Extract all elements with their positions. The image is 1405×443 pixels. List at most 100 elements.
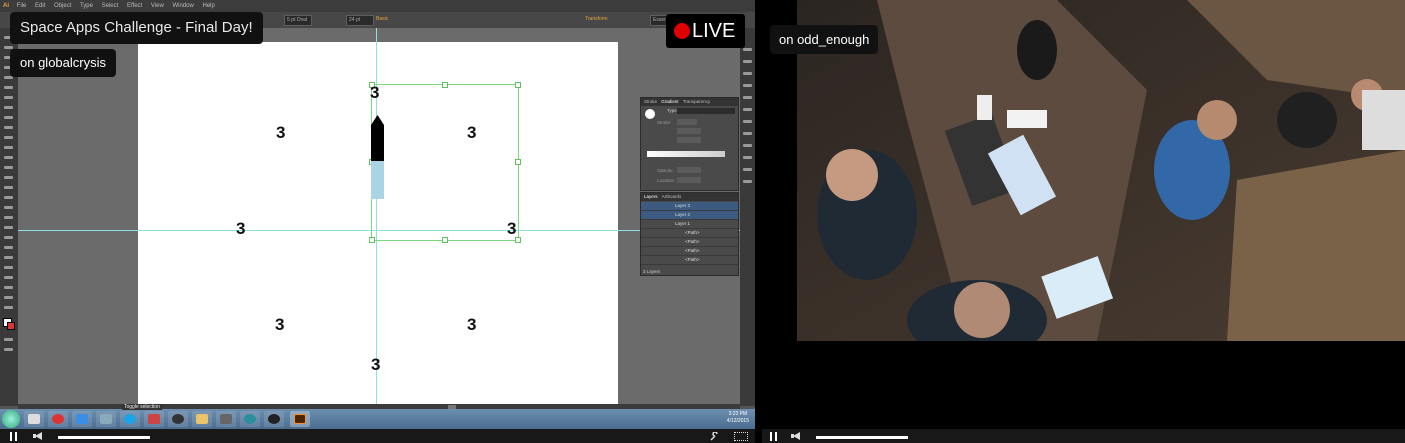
volume-icon[interactable] <box>793 432 800 440</box>
layer-row[interactable]: Layer 1 <box>641 220 738 229</box>
gradient-slider[interactable] <box>647 151 725 157</box>
gradient-opacity-field[interactable] <box>677 167 701 173</box>
taskbar-skype-icon[interactable] <box>120 411 140 427</box>
fullscreen-icon[interactable] <box>734 432 748 441</box>
taskbar-app-icon[interactable] <box>216 411 236 427</box>
style-link[interactable]: Basic <box>374 15 400 24</box>
taskbar-app-icon[interactable] <box>144 411 164 427</box>
settings-wrench-icon[interactable] <box>710 432 719 441</box>
document-canvas[interactable]: 3 3 3 3 3 3 3 3 <box>18 28 740 404</box>
selection-bounding-box[interactable] <box>369 82 521 243</box>
gradient-preview-icon[interactable] <box>645 109 655 119</box>
transform-link[interactable]: Transform <box>583 15 613 24</box>
taskbar-app-icon[interactable] <box>240 411 260 427</box>
layer-row[interactable]: <Path> <box>641 256 738 265</box>
menu-help[interactable]: Help <box>202 3 214 9</box>
gradient-type-select[interactable] <box>677 108 735 114</box>
artboard-tool-icon[interactable] <box>4 276 13 279</box>
taskbar-app-icon[interactable] <box>96 411 116 427</box>
menu-file[interactable]: File <box>17 3 27 9</box>
rectangle-tool-icon[interactable] <box>4 106 13 109</box>
panel-icon[interactable] <box>743 108 752 111</box>
zoom-tool-icon[interactable] <box>4 306 13 309</box>
rocket-shape[interactable] <box>370 115 385 199</box>
panel-icon[interactable] <box>743 132 752 135</box>
tab-stroke[interactable]: Stroke <box>644 99 657 104</box>
blend-tool-icon[interactable] <box>4 246 13 249</box>
layer-row[interactable]: <Path> <box>641 247 738 256</box>
gradient-stroke-buttons[interactable] <box>677 119 697 125</box>
width-tool-icon[interactable] <box>4 176 13 179</box>
taskbar-dropbox-icon[interactable] <box>72 411 92 427</box>
paintbrush-tool-icon[interactable] <box>4 116 13 119</box>
taskbar-clock[interactable]: 3:23 PM 4/12/2015 <box>727 411 749 425</box>
right-stream-video[interactable] <box>797 0 1405 341</box>
screen-mode-icon[interactable] <box>4 348 13 351</box>
panel-icon[interactable] <box>743 120 752 123</box>
menu-view[interactable]: View <box>151 3 164 9</box>
gradient-aspect-field[interactable] <box>677 137 701 143</box>
selection-handle[interactable] <box>442 82 448 88</box>
tab-transparency[interactable]: Transparency <box>683 99 710 104</box>
taskbar-unity-icon[interactable] <box>264 411 284 427</box>
line-tool-icon[interactable] <box>4 96 13 99</box>
taskbar-chrome-icon[interactable] <box>48 411 68 427</box>
pencil-tool-icon[interactable] <box>4 126 13 129</box>
stroke-color-swatch[interactable] <box>7 322 15 330</box>
free-transform-tool-icon[interactable] <box>4 186 13 189</box>
pause-icon[interactable] <box>775 432 777 441</box>
panel-icon[interactable] <box>743 180 752 183</box>
menu-edit[interactable]: Edit <box>35 3 45 9</box>
opacity-select[interactable]: 24 pt <box>346 15 374 26</box>
panel-icon[interactable] <box>743 60 752 63</box>
volume-slider-fill[interactable] <box>58 436 150 439</box>
taskbar-illustrator-icon[interactable] <box>290 411 310 427</box>
pause-icon[interactable] <box>10 432 12 441</box>
eyedropper-tool-icon[interactable] <box>4 236 13 239</box>
volume-slider-fill[interactable] <box>816 436 908 439</box>
taskbar-explorer-icon[interactable] <box>24 411 44 427</box>
panel-icon[interactable] <box>743 84 752 87</box>
layer-row[interactable]: <Path> <box>641 238 738 247</box>
slice-tool-icon[interactable] <box>4 286 13 289</box>
mesh-tool-icon[interactable] <box>4 216 13 219</box>
taskbar-app-icon[interactable] <box>168 411 188 427</box>
eraser-tool-icon[interactable] <box>4 146 13 149</box>
layer-row[interactable]: Layer 2 <box>641 211 738 220</box>
stroke-select[interactable]: 5 pt Oval <box>284 15 312 26</box>
selection-handle[interactable] <box>515 159 521 165</box>
pause-icon[interactable] <box>770 432 772 441</box>
gradient-tool-icon[interactable] <box>4 226 13 229</box>
shape-builder-tool-icon[interactable] <box>4 196 13 199</box>
left-stream-video[interactable]: Ai File Edit Object Type Select Effect V… <box>0 0 755 443</box>
blob-brush-tool-icon[interactable] <box>4 136 13 139</box>
rotate-tool-icon[interactable] <box>4 156 13 159</box>
panel-icon[interactable] <box>743 72 752 75</box>
gradient-location-field[interactable] <box>677 177 701 183</box>
gradient-angle-field[interactable] <box>677 128 701 134</box>
graph-tool-icon[interactable] <box>4 266 13 269</box>
perspective-grid-tool-icon[interactable] <box>4 206 13 209</box>
panel-icon[interactable] <box>743 156 752 159</box>
panel-icon[interactable] <box>743 168 752 171</box>
scale-tool-icon[interactable] <box>4 166 13 169</box>
pause-icon[interactable] <box>15 432 17 441</box>
menu-select[interactable]: Select <box>102 3 119 9</box>
layer-row[interactable]: Layer 3 <box>641 202 738 211</box>
selection-handle[interactable] <box>369 237 375 243</box>
tab-artboards[interactable]: Artboards <box>662 194 682 199</box>
drawing-mode-icon[interactable] <box>4 338 13 341</box>
start-button-icon[interactable] <box>2 410 20 428</box>
layer-row[interactable]: <Path> <box>641 229 738 238</box>
taskbar-folder-icon[interactable] <box>192 411 212 427</box>
tab-gradient[interactable]: Gradient <box>661 99 678 104</box>
menu-effect[interactable]: Effect <box>127 3 142 9</box>
symbol-sprayer-tool-icon[interactable] <box>4 256 13 259</box>
volume-icon[interactable] <box>35 432 42 440</box>
selection-handle[interactable] <box>515 82 521 88</box>
menu-type[interactable]: Type <box>80 3 93 9</box>
hand-tool-icon[interactable] <box>4 296 13 299</box>
tab-layers[interactable]: Layers <box>644 194 658 199</box>
menu-object[interactable]: Object <box>54 3 71 9</box>
panel-icon[interactable] <box>743 144 752 147</box>
